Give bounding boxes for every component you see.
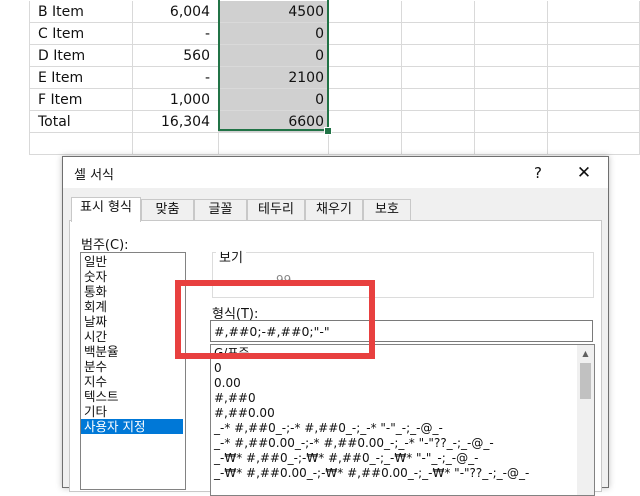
item-name-cell[interactable]: B Item — [30, 1, 133, 23]
category-item[interactable]: 시간 — [81, 329, 183, 344]
tab-font[interactable]: 글꼴 — [194, 199, 247, 221]
close-button[interactable]: ✕ — [571, 161, 597, 185]
category-item[interactable]: 텍스트 — [81, 389, 183, 404]
category-item[interactable]: 회계 — [81, 299, 183, 314]
preview-label: 보기 — [216, 247, 246, 266]
format-list-item[interactable]: #,##0.00 — [211, 406, 571, 421]
format-list-item[interactable]: 0.00 — [211, 376, 571, 391]
tab-protection[interactable]: 보호 — [363, 199, 411, 221]
format-list-item[interactable]: _-* #,##0.00_-;-* #,##0.00_-;_-* "-"??_-… — [211, 436, 571, 451]
category-list[interactable]: 일반 숫자 통화 회계 날짜 시간 백분율 분수 지수 텍스트 기타 사용자 지… — [80, 252, 186, 490]
format-type-list[interactable]: G/표준 0 0.00 #,##0 #,##0.00 _-* #,##0_-;-… — [210, 344, 595, 496]
format-list-item[interactable]: 0 — [211, 361, 571, 376]
tab-number[interactable]: 표시 형식 — [71, 197, 141, 222]
help-button[interactable]: ? — [526, 161, 550, 185]
item-name-cell[interactable]: C Item — [30, 23, 133, 45]
format-list-item[interactable]: _-₩* #,##0_-;-₩* #,##0_-;_-₩* "-"_-;_-@_… — [211, 451, 571, 466]
highlight-annotation-box — [175, 280, 375, 359]
scroll-thumb[interactable] — [580, 363, 591, 399]
item-name-cell[interactable]: Total — [30, 111, 133, 133]
format-list-item[interactable]: _-₩* #,##0.00_-;-₩* #,##0.00_-;_-₩* "-"?… — [211, 466, 571, 481]
value-b-cell[interactable]: 16,304 — [133, 111, 219, 133]
category-item[interactable]: 날짜 — [81, 314, 183, 329]
scroll-up-icon[interactable]: ▲ — [577, 345, 594, 362]
dialog-title-bar[interactable]: 셀 서식 ? ✕ — [63, 157, 608, 188]
value-b-cell[interactable]: 560 — [133, 45, 219, 67]
format-list-scrollbar[interactable]: ▲ — [577, 345, 594, 495]
category-item-selected[interactable]: 사용자 지정 — [81, 419, 183, 434]
item-name-cell[interactable]: D Item — [30, 45, 133, 67]
item-name-cell[interactable]: F Item — [30, 89, 133, 111]
dialog-title: 셀 서식 — [74, 168, 115, 183]
category-item[interactable]: 지수 — [81, 374, 183, 389]
tab-fill[interactable]: 채우기 — [305, 199, 363, 221]
tab-border[interactable]: 테두리 — [247, 199, 305, 221]
item-name-cell[interactable]: E Item — [30, 67, 133, 89]
category-item[interactable]: 기타 — [81, 404, 183, 419]
value-b-cell[interactable]: 6,004 — [133, 1, 219, 23]
format-list-item[interactable]: _-* #,##0_-;-* #,##0_-;_-* "-"_-;_-@_- — [211, 421, 571, 436]
category-item[interactable]: 숫자 — [81, 269, 183, 284]
value-b-cell[interactable]: - — [133, 23, 219, 45]
fill-handle[interactable] — [324, 127, 332, 135]
category-item[interactable]: 통화 — [81, 284, 183, 299]
category-label: 범주(C): — [81, 238, 129, 253]
format-list-item[interactable]: #,##0 — [211, 391, 571, 406]
value-b-cell[interactable]: - — [133, 67, 219, 89]
value-b-cell[interactable]: 1,000 — [133, 89, 219, 111]
category-item[interactable]: 백분율 — [81, 344, 183, 359]
selection-border — [218, 0, 329, 131]
tab-alignment[interactable]: 맞춤 — [141, 199, 194, 221]
sheet-row — [0, 133, 640, 155]
category-item[interactable]: 일반 — [81, 254, 183, 269]
category-item[interactable]: 분수 — [81, 359, 183, 374]
